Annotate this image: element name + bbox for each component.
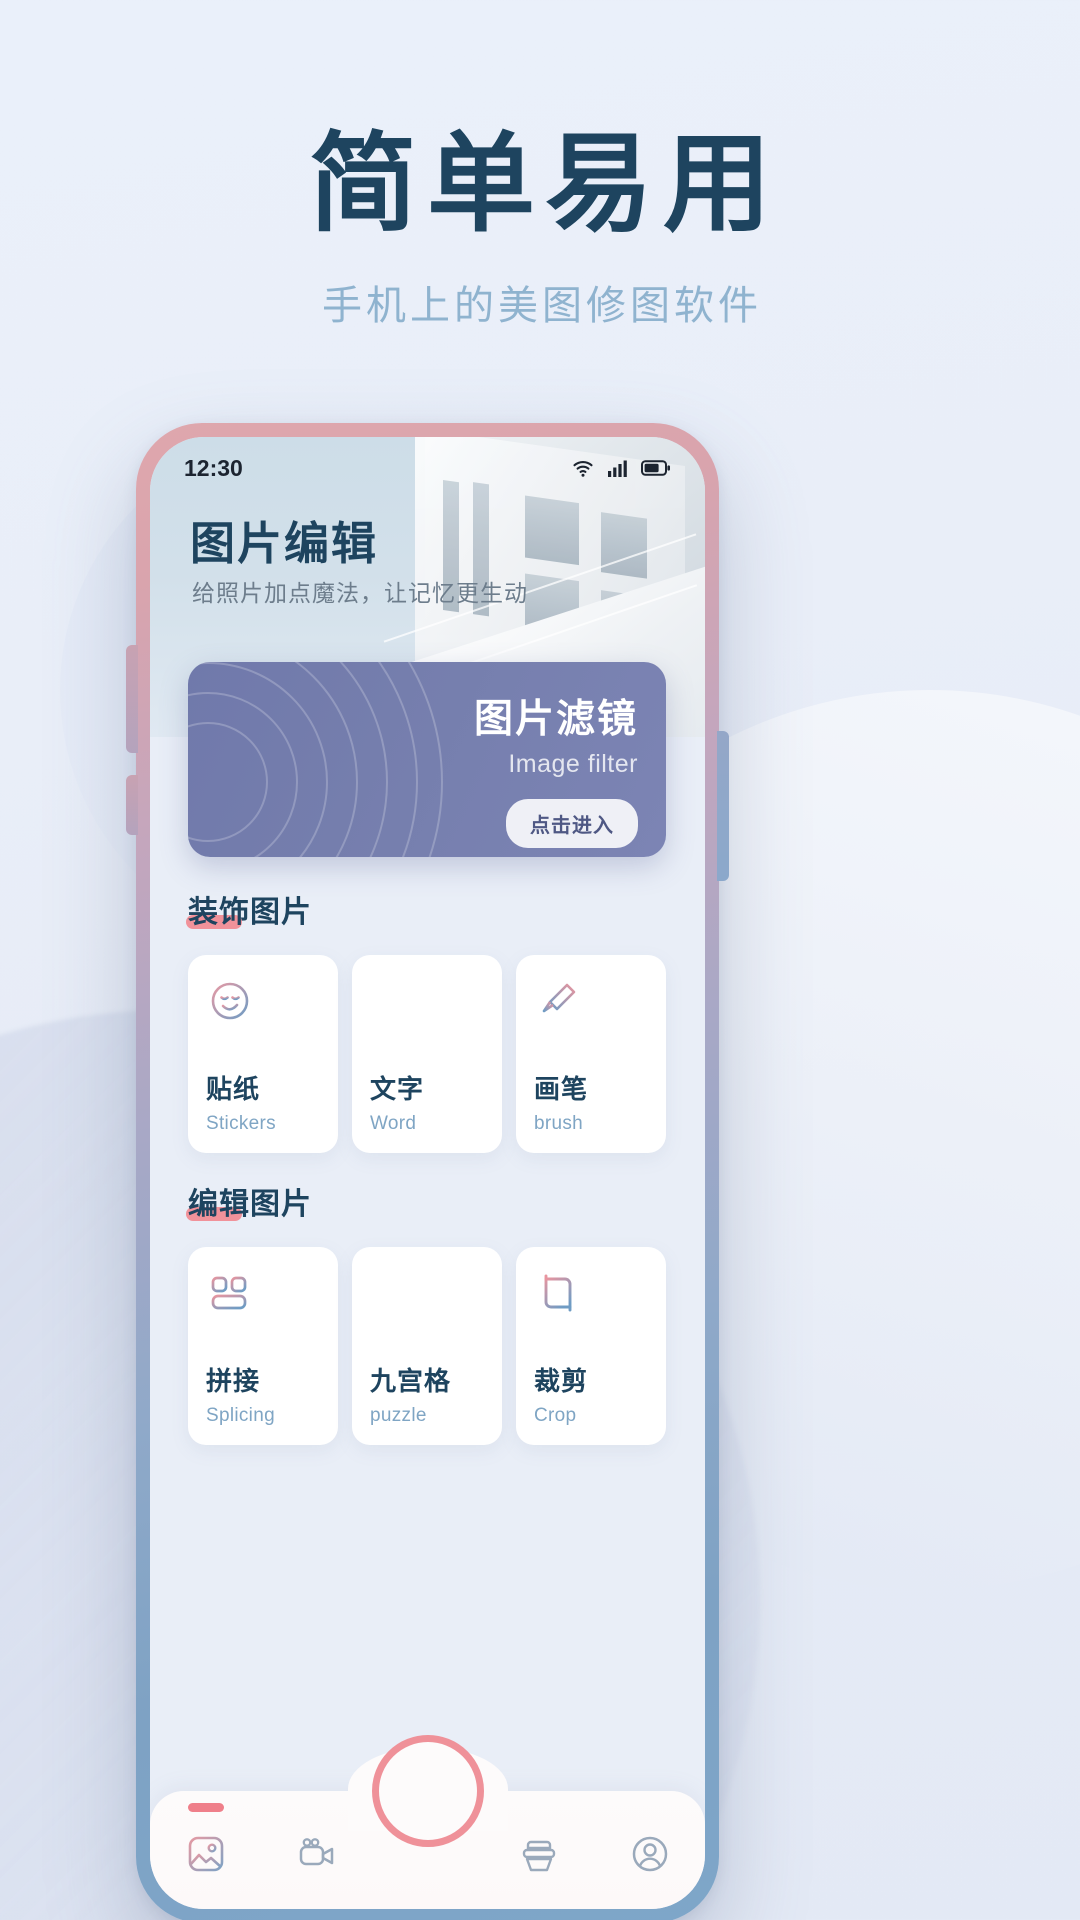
banner-enter-button[interactable]: 点击进入 [506, 799, 638, 848]
phone-volume-down-button[interactable] [126, 775, 138, 835]
card-grid-decorate: 贴纸 Stickers 文字 Word 画笔 brush [188, 955, 666, 1153]
section-heading-label: 编辑图片 [188, 1188, 312, 1221]
phone-screen: 12:30 图片编辑 给照片加点魔法，让记忆更生动 图片滤镜 Image fil… [150, 437, 705, 1909]
feature-card-puzzle[interactable]: 九宫格 puzzle [352, 1247, 502, 1445]
phone-volume-up-button[interactable] [126, 645, 138, 753]
grid-hash-icon [375, 1274, 413, 1312]
status-bar: 12:30 [150, 437, 705, 499]
banner-text-block: 图片滤镜 Image filter 点击进入 [474, 688, 638, 848]
profile-icon [632, 1836, 667, 1872]
banner-title: 图片滤镜 [473, 698, 638, 741]
text-tt-icon [374, 986, 414, 1016]
section-heading-edit: 编辑图片 [186, 1179, 312, 1223]
card-title-cn: 九宫格 [370, 1366, 452, 1396]
banner-arc-decoration [188, 662, 443, 857]
splice-blocks-icon [211, 1276, 247, 1310]
feature-card-splicing[interactable]: 拼接 Splicing [188, 1247, 338, 1445]
app-header-title: 图片编辑 [190, 518, 379, 569]
bottom-navigation [150, 1735, 705, 1909]
card-title-en: Word [370, 1113, 417, 1134]
section-heading-label: 装饰图片 [188, 896, 312, 929]
app-header-subtitle: 给照片加点魔法，让记忆更生动 [192, 580, 528, 606]
section-heading-decorate: 装饰图片 [186, 887, 312, 931]
section-edit: 编辑图片 拼接 Splicing 九宫格 puzzle 裁剪 Crop [186, 1179, 666, 1445]
feature-card-brush[interactable]: 画笔 brush [516, 955, 666, 1153]
nav-item-gallery[interactable] [150, 1803, 261, 1875]
paint-brush-icon [539, 983, 576, 1017]
card-title-en: brush [534, 1113, 584, 1134]
status-bar-time: 12:30 [184, 454, 243, 481]
signal-bars-icon [608, 460, 627, 477]
battery-icon [641, 460, 670, 476]
card-title-cn: 文字 [370, 1074, 425, 1104]
card-title-cn: 拼接 [206, 1366, 261, 1396]
feature-card-word[interactable]: 文字 Word [352, 955, 502, 1153]
banner-english-subtitle: Image filter [508, 750, 638, 778]
card-title-en: Splicing [206, 1405, 275, 1426]
card-title-cn: 画笔 [534, 1074, 589, 1104]
page-title: 简单易用 [308, 123, 781, 244]
card-title-en: Stickers [206, 1113, 276, 1134]
section-decorate: 装饰图片 贴纸 Stickers 文字 Word 画笔 brush [186, 887, 666, 1153]
nav-item-video[interactable] [261, 1825, 372, 1875]
feature-card-crop[interactable]: 裁剪 Crop [516, 1247, 666, 1445]
feature-card-stickers[interactable]: 贴纸 Stickers [188, 955, 338, 1153]
page-subtitle: 手机上的美图修图软件 [322, 284, 762, 329]
phone-power-button[interactable] [717, 731, 729, 881]
nav-item-list [150, 1791, 705, 1909]
smiley-face-icon [211, 982, 249, 1020]
wifi-icon [573, 461, 593, 477]
hero-section: 简单易用 手机上的美图修图软件 [0, 120, 1080, 331]
image-icon [188, 1836, 223, 1872]
nav-active-indicator [187, 1803, 224, 1812]
card-title-cn: 贴纸 [206, 1074, 261, 1104]
phone-mockup: 12:30 图片编辑 给照片加点魔法，让记忆更生动 图片滤镜 Image fil… [126, 423, 729, 1920]
card-title-en: puzzle [370, 1405, 427, 1426]
video-camera-icon [299, 1838, 333, 1866]
nav-item-profile[interactable] [594, 1825, 705, 1875]
card-title-en: Crop [534, 1405, 577, 1426]
print-icon [522, 1840, 555, 1872]
nav-item-print[interactable] [483, 1825, 594, 1875]
card-title-cn: 裁剪 [534, 1366, 589, 1396]
image-filter-banner[interactable]: 图片滤镜 Image filter 点击进入 [188, 662, 666, 857]
crop-icon [544, 1274, 572, 1312]
card-grid-edit: 拼接 Splicing 九宫格 puzzle 裁剪 Crop [188, 1247, 666, 1445]
